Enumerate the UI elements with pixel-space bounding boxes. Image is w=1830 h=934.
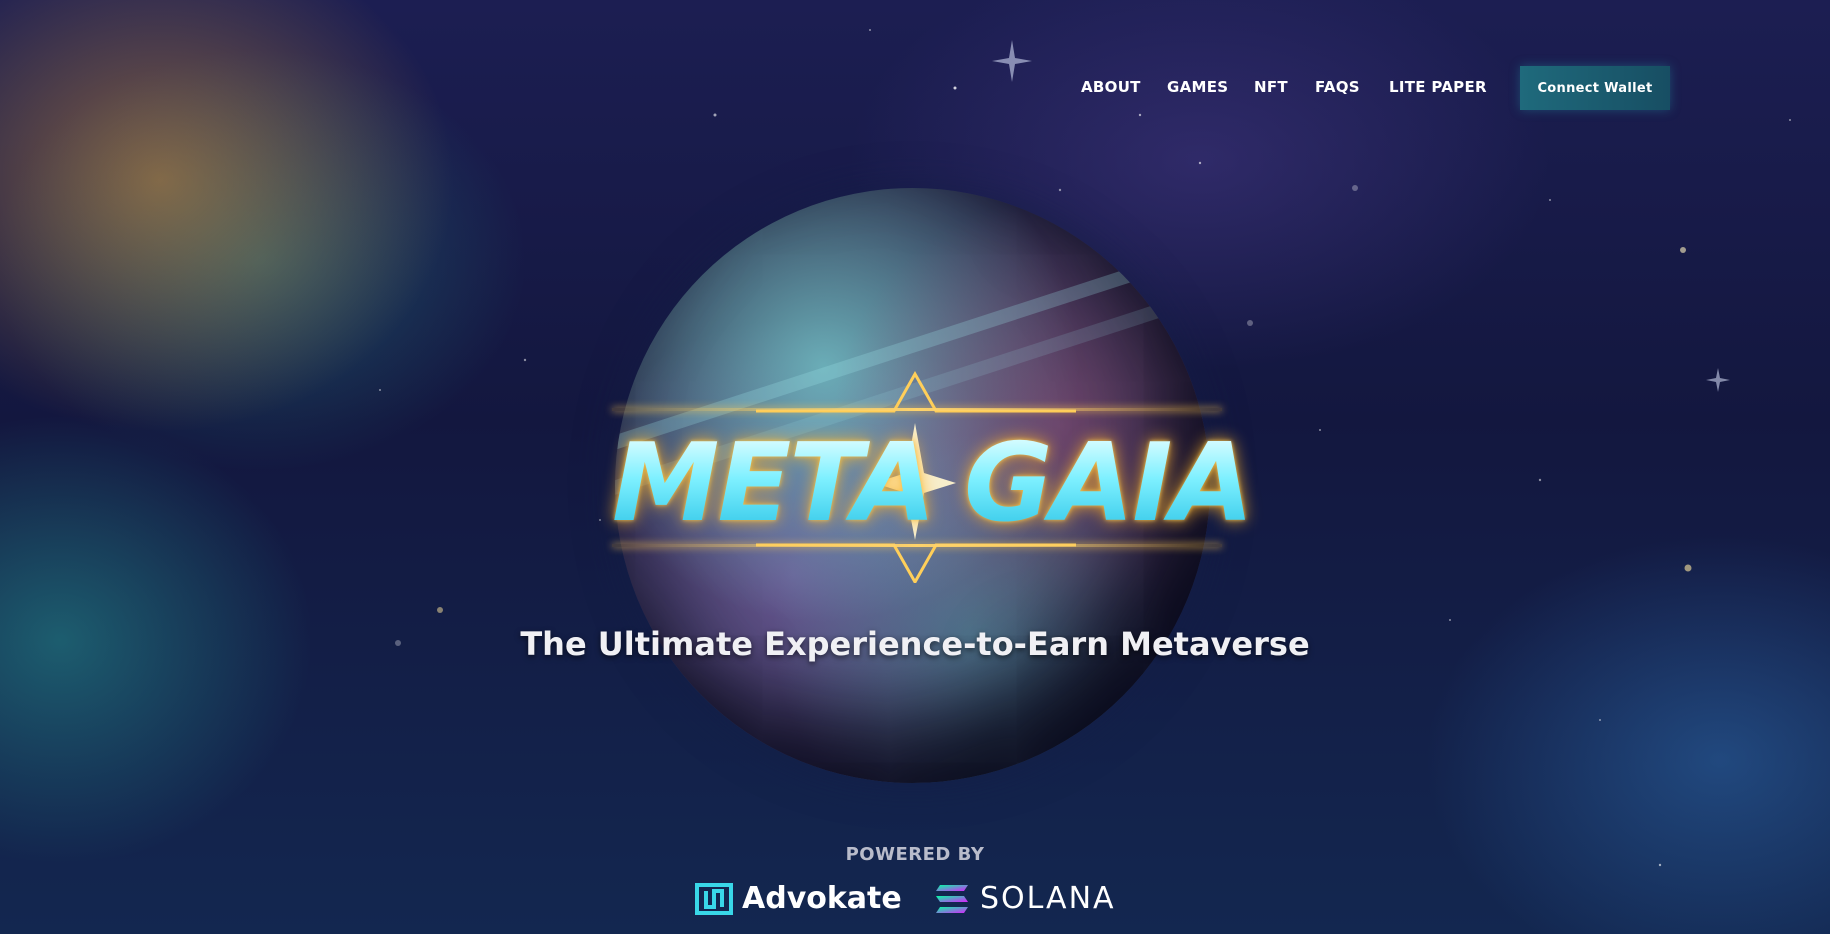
nav-link-lite-paper[interactable]: LITE PAPER xyxy=(1389,78,1487,96)
logo-text-gaia: GAIA xyxy=(964,421,1254,546)
partner-advokate[interactable]: Advokate xyxy=(694,880,902,918)
connect-wallet-button[interactable]: Connect Wallet xyxy=(1520,66,1670,110)
partner-solana[interactable]: SOLANA xyxy=(934,880,1116,918)
advokate-logo-icon xyxy=(695,883,733,915)
partner-name-solana: SOLANA xyxy=(980,881,1116,916)
hero-tagline: The Ultimate Experience-to-Earn Metavers… xyxy=(520,625,1310,663)
logo-text-meta: META xyxy=(612,421,936,546)
nav-link-games[interactable]: GAMES xyxy=(1167,78,1228,96)
partner-name-advokate: Advokate xyxy=(742,881,902,916)
meta-gaia-logo: META GAIA xyxy=(606,368,1254,583)
nav-link-about[interactable]: ABOUT xyxy=(1081,78,1141,96)
nav-link-faqs[interactable]: FAQS xyxy=(1315,78,1360,96)
solana-logo-icon xyxy=(936,885,968,913)
nav-link-nft[interactable]: NFT xyxy=(1254,78,1288,96)
top-nav: ABOUT GAMES NFT FAQS LITE PAPER Connect … xyxy=(0,66,1830,110)
powered-by-label: POWERED BY xyxy=(845,844,985,865)
logo-top-line xyxy=(612,408,1222,411)
